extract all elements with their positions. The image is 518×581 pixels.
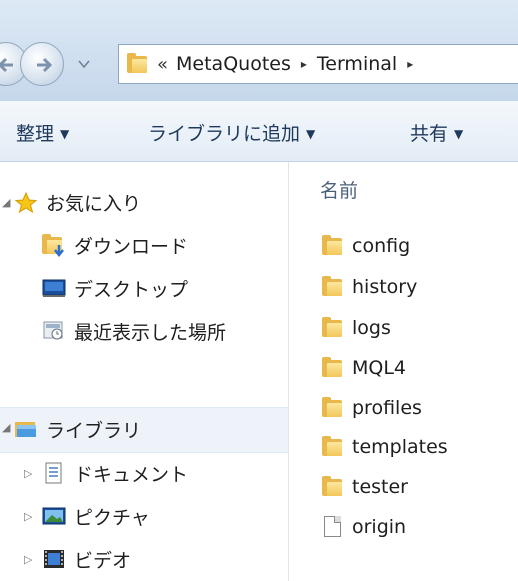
pane-divider[interactable] (288, 162, 289, 581)
recent-places-icon (42, 320, 66, 342)
sidebar-item-documents[interactable]: ドキュメント (42, 457, 188, 489)
list-item[interactable]: profiles (322, 393, 422, 423)
navigation-buttons (0, 42, 94, 92)
folder-icon (127, 53, 149, 75)
item-name: config (352, 235, 411, 257)
list-item[interactable]: templates (322, 432, 448, 462)
list-item[interactable]: logs (322, 313, 391, 343)
dropdown-caret-icon: ▼ (60, 127, 70, 141)
address-bar[interactable]: « MetaQuotes ▸ Terminal ▸ (118, 44, 518, 84)
item-name: profiles (352, 397, 422, 419)
list-item[interactable]: origin (322, 512, 406, 542)
forward-button[interactable] (20, 42, 64, 86)
folder-icon (322, 276, 344, 298)
list-item[interactable]: history (322, 272, 417, 302)
column-header-name[interactable]: 名前 (320, 176, 358, 203)
sidebar-item-label: 最近表示した場所 (74, 321, 227, 344)
sidebar-item-label: デスクトップ (74, 278, 189, 301)
breadcrumb-terminal[interactable]: Terminal (317, 53, 397, 75)
folder-icon (322, 397, 344, 419)
folder-icon (322, 436, 344, 458)
item-name: MQL4 (352, 357, 407, 379)
sidebar-item-desktop[interactable]: デスクトップ (42, 272, 188, 304)
folder-icon (322, 317, 344, 339)
folder-icon (322, 235, 344, 257)
collapse-arrow-icon[interactable]: ◢ (2, 421, 10, 434)
title-address-bar: « MetaQuotes ▸ Terminal ▸ (0, 0, 518, 100)
sidebar-item-label: ライブラリ (46, 419, 142, 442)
item-name: logs (352, 317, 391, 339)
organize-label: 整理 (16, 123, 55, 145)
item-name: templates (352, 436, 448, 458)
forward-arrow-icon (37, 57, 53, 73)
desktop-icon (42, 277, 66, 299)
sidebar-item-label: ビデオ (74, 549, 132, 572)
star-icon (14, 191, 38, 214)
sidebar-item-recent-places[interactable]: 最近表示した場所 (42, 315, 226, 347)
documents-icon (42, 462, 66, 484)
navigation-pane: ◢ お気に入り ダウンロード デスクトップ 最近表示した場所 ◢ ライブラリ ▷ (0, 162, 288, 581)
expand-arrow-icon[interactable]: ▷ (24, 510, 32, 523)
organize-menu[interactable]: 整理 ▼ (16, 119, 69, 146)
folder-icon (322, 357, 344, 379)
item-name: tester (352, 476, 408, 498)
folder-icon (322, 476, 344, 498)
command-bar: 整理 ▼ ライブラリに追加 ▼ 共有 ▼ (0, 100, 518, 162)
collapse-arrow-icon[interactable]: ◢ (2, 196, 10, 209)
downloads-folder-icon (42, 234, 66, 258)
sidebar-item-videos[interactable]: ビデオ (42, 543, 131, 575)
back-arrow-icon (0, 57, 13, 73)
sidebar-item-pictures[interactable]: ピクチャ (42, 500, 150, 532)
recent-pages-dropdown-icon[interactable] (77, 58, 91, 70)
list-item[interactable]: tester (322, 472, 408, 502)
breadcrumb-metaquotes[interactable]: MetaQuotes (176, 53, 291, 75)
expand-arrow-icon[interactable]: ▷ (24, 553, 32, 566)
share-label: 共有 (410, 123, 449, 145)
item-name: origin (352, 516, 407, 538)
share-menu[interactable]: 共有 ▼ (410, 119, 463, 146)
item-name: history (352, 276, 418, 298)
add-to-library-label: ライブラリに追加 (148, 123, 301, 145)
list-item[interactable]: MQL4 (322, 353, 406, 383)
overflow-chevron[interactable]: « (157, 54, 168, 75)
videos-icon (42, 548, 66, 570)
sidebar-item-libraries[interactable]: ライブラリ (14, 413, 141, 445)
dropdown-caret-icon: ▼ (306, 127, 316, 141)
sidebar-item-label: ダウンロード (74, 235, 189, 258)
sidebar-item-favorites[interactable]: お気に入り (14, 186, 141, 218)
sidebar-item-downloads[interactable]: ダウンロード (42, 229, 188, 261)
file-icon (322, 516, 344, 538)
list-item[interactable]: config (322, 231, 410, 261)
add-to-library-menu[interactable]: ライブラリに追加 ▼ (148, 119, 315, 146)
pictures-icon (42, 505, 66, 527)
dropdown-caret-icon: ▼ (454, 127, 464, 141)
sidebar-item-label: ドキュメント (74, 463, 189, 486)
breadcrumb-separator-icon[interactable]: ▸ (407, 57, 413, 71)
sidebar-item-label: お気に入り (46, 192, 142, 215)
expand-arrow-icon[interactable]: ▷ (24, 467, 32, 480)
breadcrumb-separator-icon[interactable]: ▸ (301, 57, 307, 71)
libraries-icon (14, 418, 38, 440)
sidebar-item-label: ピクチャ (74, 506, 150, 529)
